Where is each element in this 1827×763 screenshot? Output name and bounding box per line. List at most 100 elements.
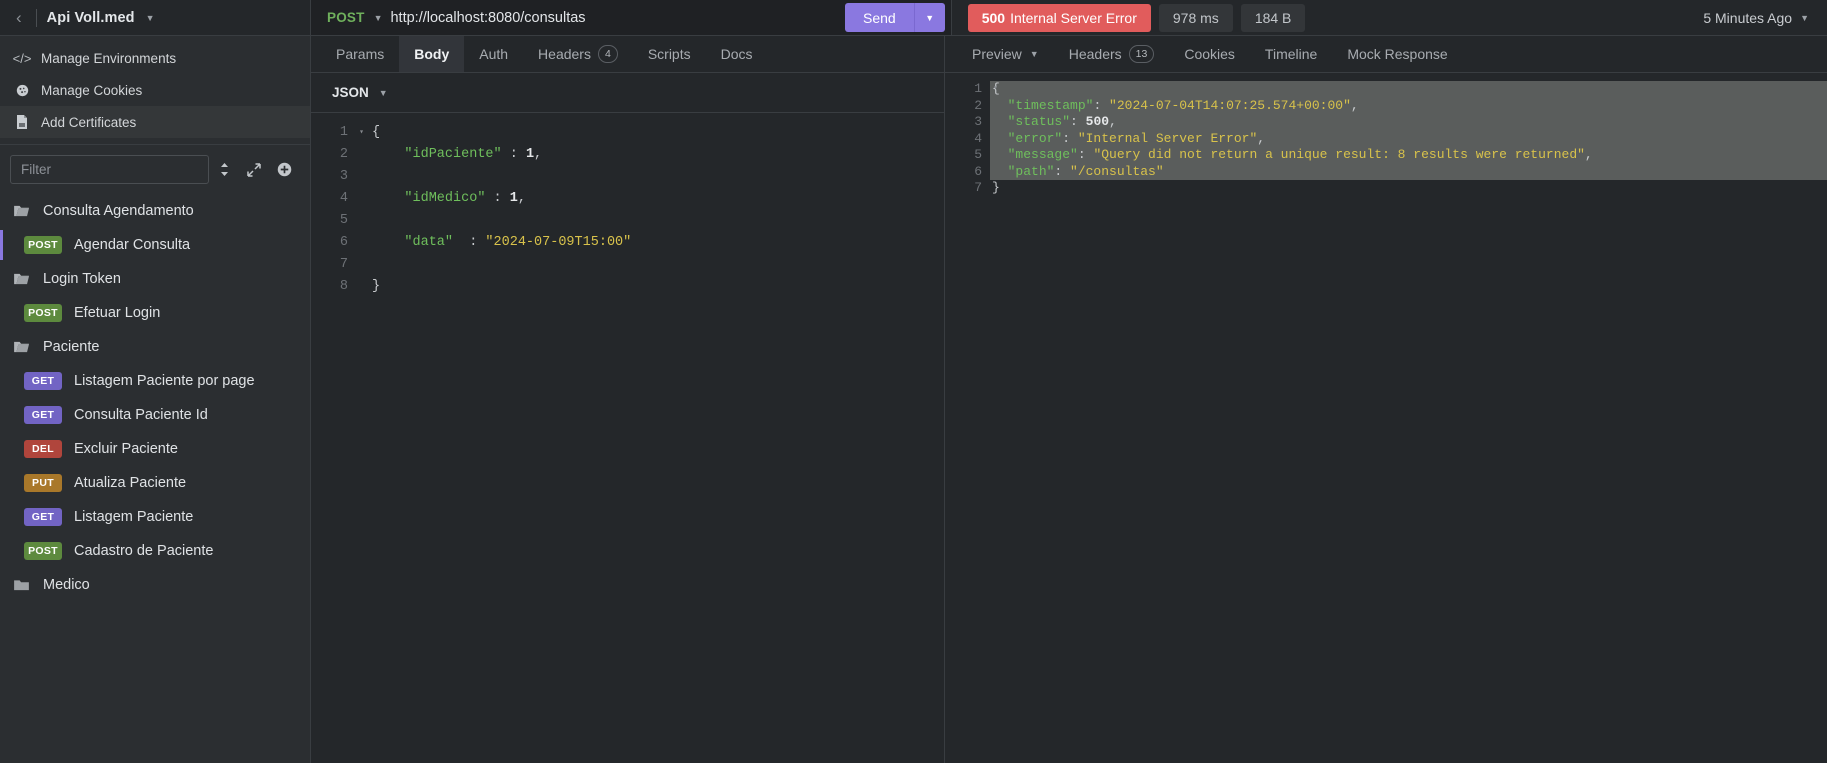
code-token: { (372, 125, 381, 140)
folder-open-icon (14, 273, 31, 285)
line-number: 1 (339, 125, 348, 140)
request-body-editor[interactable]: 1 2 3 4 5 6 7 8 ▾ { "idPaciente" : 1, "i… (311, 113, 944, 763)
tab-label: Mock Response (1347, 46, 1448, 62)
code-token: 500 (1085, 114, 1110, 129)
tree-request-listagem-paciente-por-page[interactable]: GET Listagem Paciente por page (0, 364, 310, 398)
code-line: { (990, 81, 1827, 98)
code-token: } (372, 279, 381, 294)
response-code[interactable]: { "timestamp": "2024-07-04T14:07:25.574+… (990, 73, 1827, 763)
tab-cookies[interactable]: Cookies (1169, 36, 1250, 72)
tree-folder-medico[interactable]: Medico (0, 568, 310, 602)
tab-auth[interactable]: Auth (464, 36, 523, 72)
code-token: "2024-07-04T14:07:25.574+00:00" (1109, 97, 1351, 113)
code-token: : (1062, 130, 1078, 146)
expand-arrows-icon[interactable] (239, 155, 269, 184)
response-history-dropdown[interactable]: 5 Minutes Ago ▼ (1703, 10, 1827, 26)
body-format-label[interactable]: JSON (332, 85, 369, 100)
sidebar-item-add-certificates[interactable]: Add Certificates (0, 106, 310, 138)
tree-folder-consulta-agendamento[interactable]: Consulta Agendamento (0, 194, 310, 228)
code-line: } (990, 180, 1827, 197)
sort-updown-icon[interactable] (209, 155, 239, 184)
method-badge: GET (24, 372, 62, 390)
method-chevron-down-icon[interactable]: ▼ (374, 13, 383, 23)
tab-body[interactable]: Body (399, 36, 465, 72)
headers-count-badge: 4 (597, 44, 618, 64)
tree-request-consulta-paciente-id[interactable]: GET Consulta Paciente Id (0, 398, 310, 432)
tab-label: Docs (720, 46, 753, 62)
cookie-icon (14, 84, 30, 97)
url-input[interactable]: http://localhost:8080/consultas (390, 10, 585, 26)
folder-open-icon (14, 341, 31, 353)
tree-request-efetuar-login[interactable]: POST Efetuar Login (0, 296, 310, 330)
tree-request-label: Listagem Paciente por page (74, 373, 255, 389)
tab-headers[interactable]: Headers 4 (523, 36, 633, 72)
tree-request-agendar-consulta[interactable]: POST Agendar Consulta (0, 228, 310, 262)
tab-response-headers[interactable]: Headers 13 (1054, 36, 1170, 72)
line-number: 5 (974, 147, 982, 162)
tree-request-label: Listagem Paciente (74, 509, 194, 525)
tab-label: Scripts (647, 46, 691, 62)
code-token: "idMedico" (404, 191, 486, 206)
response-body-viewer[interactable]: 1 2 3 4 5 6 7 ▾ { "timestamp": "2024-07-… (945, 73, 1827, 763)
plus-circle-icon[interactable] (270, 155, 300, 184)
code-token: "data" (404, 235, 454, 250)
response-pane: Preview ▼ Headers 13 Cookies Timeline Mo… (945, 36, 1827, 763)
tab-timeline[interactable]: Timeline (1250, 36, 1332, 72)
workspace-name[interactable]: Api Voll.med (47, 10, 135, 26)
line-number: 3 (339, 169, 348, 184)
chevron-down-icon[interactable]: ▼ (146, 13, 155, 23)
tree-request-label: Consulta Paciente Id (74, 407, 208, 423)
response-time-badge[interactable]: 978 ms (1158, 3, 1233, 32)
request-tabs: Params Body Auth Headers 4 Scripts Docs (311, 36, 944, 73)
tab-docs[interactable]: Docs (706, 36, 768, 72)
header-divider (35, 8, 37, 27)
send-button[interactable]: Send (845, 3, 915, 32)
folder-closed-icon (14, 579, 31, 591)
fold-toggle-icon[interactable]: ▾ (359, 122, 364, 144)
code-token: "path" (1007, 163, 1055, 179)
url-bar[interactable]: POST ▼ http://localhost:8080/consultas (311, 0, 845, 36)
code-line: "error": "Internal Server Error", (990, 130, 1827, 147)
tab-preview[interactable]: Preview ▼ (957, 36, 1054, 72)
method-badge: POST (24, 542, 62, 560)
status-badge[interactable]: 500 Internal Server Error (967, 3, 1151, 32)
line-number: 1 (974, 81, 982, 96)
tree-folder-login-token[interactable]: Login Token (0, 262, 310, 296)
filter-input[interactable] (10, 155, 209, 184)
tab-label: Params (336, 46, 385, 62)
tree-folder-paciente[interactable]: Paciente (0, 330, 310, 364)
code-token: : (1054, 163, 1071, 179)
response-size-badge[interactable]: 184 B (1240, 3, 1306, 32)
tree-request-cadastro-de-paciente[interactable]: POST Cadastro de Paciente (0, 534, 310, 568)
code-token: : (453, 235, 486, 250)
sidebar-item-label: Add Certificates (41, 114, 137, 130)
tab-scripts[interactable]: Scripts (633, 36, 706, 72)
code-token: : (1077, 147, 1094, 162)
line-number: 7 (339, 257, 348, 272)
method-badge: DEL (24, 440, 62, 458)
method-badge: GET (24, 406, 62, 424)
request-method-label[interactable]: POST (327, 10, 365, 25)
send-options-chevron-down-icon[interactable]: ▼ (914, 3, 945, 32)
line-number: 4 (974, 130, 982, 146)
code-line: { (372, 122, 944, 144)
tab-params[interactable]: Params (321, 36, 399, 72)
tree-request-atualiza-paciente[interactable]: PUT Atualiza Paciente (0, 466, 310, 500)
tab-mock-response[interactable]: Mock Response (1332, 36, 1462, 72)
code-token: "timestamp" (1007, 97, 1094, 113)
request-code[interactable]: { "idPaciente" : 1, "idMedico" : 1, "dat… (356, 113, 944, 763)
tab-label: Cookies (1184, 46, 1235, 62)
sidebar-filter-row (0, 145, 310, 192)
tree-request-listagem-paciente[interactable]: GET Listagem Paciente (0, 500, 310, 534)
back-chevron-icon[interactable]: ‹ (12, 9, 26, 26)
code-token: : (1093, 97, 1110, 113)
fold-toggle-icon[interactable]: ▾ (993, 81, 998, 98)
tree-request-excluir-paciente[interactable]: DEL Excluir Paciente (0, 432, 310, 466)
body-format-chevron-down-icon[interactable]: ▼ (379, 88, 388, 98)
code-token: 1 (525, 147, 535, 162)
sidebar-item-manage-cookies[interactable]: Manage Cookies (0, 74, 310, 106)
sidebar: </> Manage Environments Manage Cookies A… (0, 36, 311, 763)
sidebar-item-manage-environments[interactable]: </> Manage Environments (0, 42, 310, 74)
code-token: : (501, 147, 526, 162)
